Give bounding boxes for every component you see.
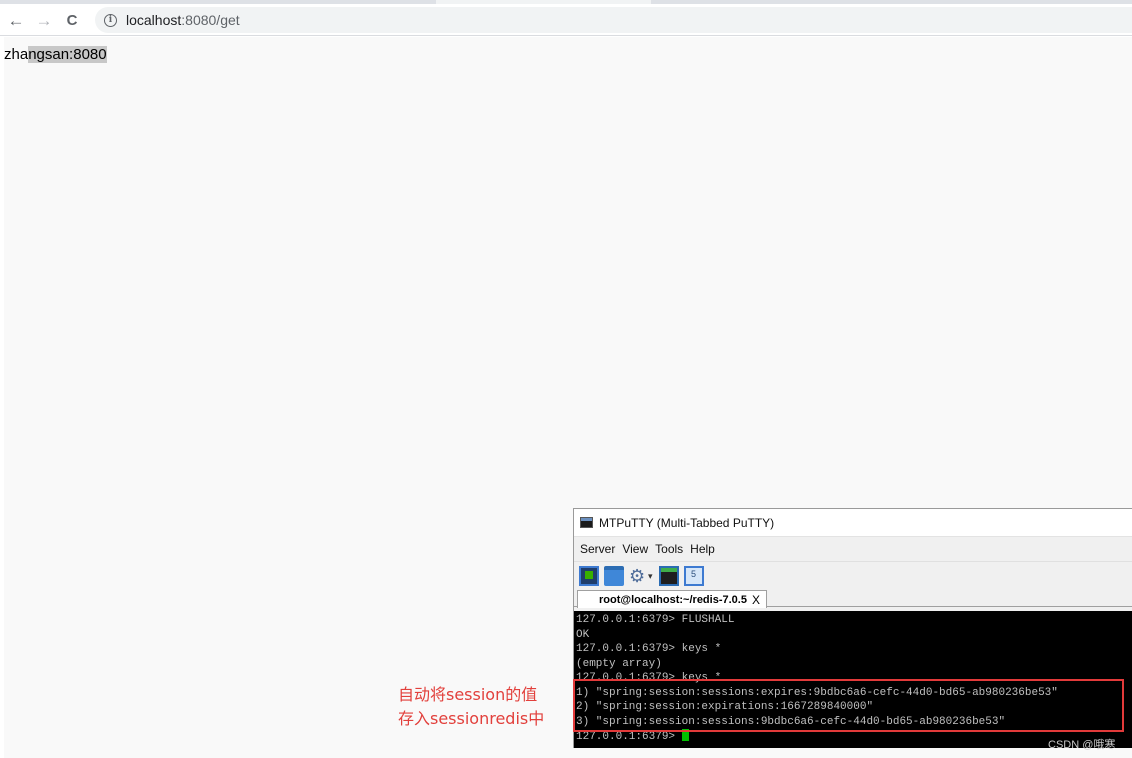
session-value-text: zhangsan:8080 [4, 46, 107, 64]
terminal-line: 1) "spring:session:sessions:expires:9bdb… [576, 686, 1058, 699]
terminal-prompt: 127.0.0.1:6379> [576, 731, 682, 743]
menu-help[interactable]: Help [690, 542, 715, 556]
mtputty-title-bar[interactable]: MTPuTTY (Multi-Tabbed PuTTY) [574, 509, 1132, 537]
dropdown-arrow-icon[interactable]: ▾ [648, 566, 654, 586]
close-tab-icon[interactable]: X [752, 592, 760, 608]
terminal-line: 127.0.0.1:6379> FLUSHALL [576, 614, 735, 626]
session-value-selected: ngsan:8080 [28, 46, 107, 63]
back-arrow-icon: ← [7, 10, 25, 30]
address-bar[interactable]: i localhost :8080/get [95, 7, 1132, 33]
terminal-line: (empty array) [576, 657, 662, 670]
terminal-line: 127.0.0.1:6379> keys * [576, 643, 722, 655]
annotation-line-2: 存入sessionredis中 [398, 709, 545, 728]
browser-toolbar: ← → C i localhost :8080/get [0, 4, 1132, 36]
mtputty-app-icon [580, 517, 593, 528]
script-icon[interactable] [684, 565, 704, 586]
session-tab[interactable]: root@localhost:~/redis-7.0.5 X [577, 590, 767, 608]
annotation-text: 自动将session的值 存入sessionredis中 [398, 683, 568, 731]
forward-arrow-icon: → [35, 10, 53, 30]
menu-server[interactable]: Server [580, 542, 615, 556]
menu-view[interactable]: View [622, 542, 648, 556]
terminal-icon[interactable] [659, 565, 679, 586]
annotation-line-1: 自动将session的值 [398, 685, 538, 704]
mtputty-menu-bar: Server View Tools Help [574, 537, 1132, 561]
session-tab-label: root@localhost:~/redis-7.0.5 [599, 593, 747, 606]
terminal-line: 3) "spring:session:sessions:9bdbc6a6-cef… [576, 715, 1006, 728]
url-path: :8080/get [181, 12, 240, 28]
watermark: CSDN @哦寒 [1048, 739, 1116, 751]
open-folder-icon[interactable] [604, 565, 624, 586]
key-icon[interactable]: ⚙ [629, 566, 645, 586]
terminal-cursor [681, 729, 689, 741]
terminal-line: 2) "spring:session:expirations:166728984… [576, 701, 874, 713]
url-host: localhost [126, 12, 182, 28]
mtputty-title: MTPuTTY (Multi-Tabbed PuTTY) [599, 515, 775, 530]
forward-button[interactable]: → [32, 8, 56, 32]
back-button[interactable]: ← [4, 8, 28, 32]
mtputty-toolbar: ⚙ ▾ [574, 561, 1132, 589]
new-server-icon[interactable] [579, 565, 599, 586]
site-info-icon[interactable]: i [104, 13, 117, 27]
terminal-output[interactable]: 127.0.0.1:6379> FLUSHALL OK 127.0.0.1:63… [574, 611, 1132, 748]
terminal-line: OK [576, 628, 590, 641]
mtputty-tab-bar: root@localhost:~/redis-7.0.5 X [574, 589, 1132, 608]
session-value-unselected: zha [4, 46, 29, 63]
mtputty-window: MTPuTTY (Multi-Tabbed PuTTY) Server View… [573, 508, 1132, 748]
reload-button[interactable]: C [60, 8, 84, 32]
reload-icon: C [66, 11, 78, 29]
menu-tools[interactable]: Tools [655, 542, 683, 556]
terminal-line: 127.0.0.1:6379> keys * [576, 672, 722, 684]
screenshot-root: ← → C i localhost :8080/get zhangsan:808… [0, 0, 1132, 758]
